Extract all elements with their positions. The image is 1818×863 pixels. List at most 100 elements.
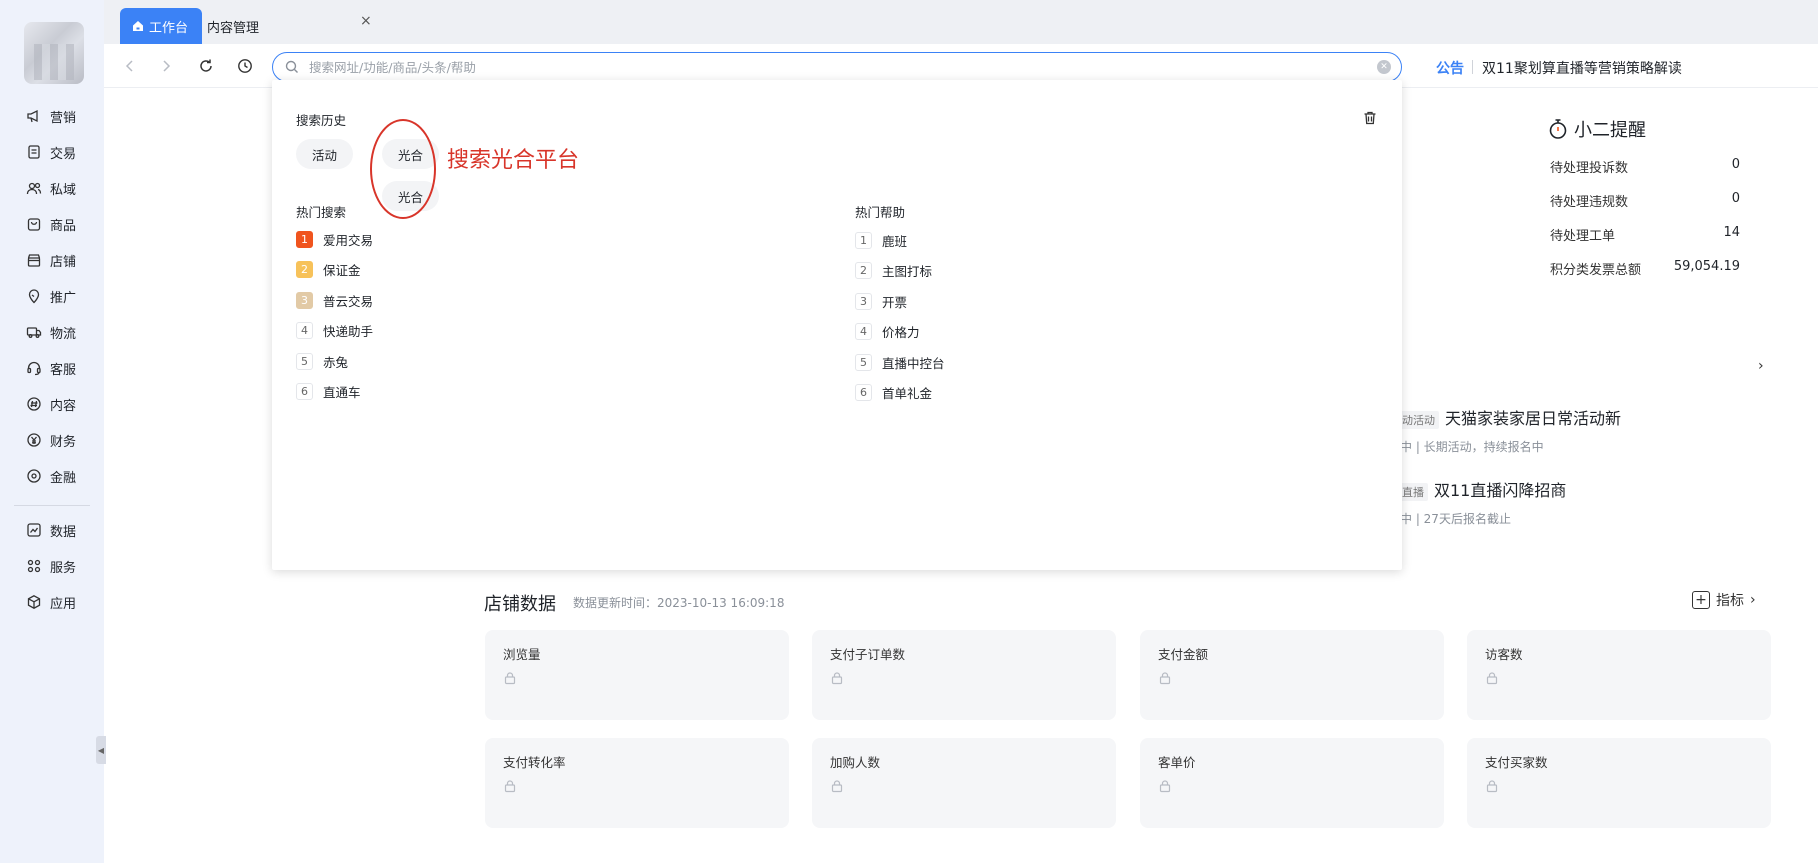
hot-help-item[interactable]: 2 主图打标 bbox=[855, 261, 932, 280]
metric-card[interactable]: 支付金额 bbox=[1140, 630, 1444, 720]
hot-search-item[interactable]: 5 赤兔 bbox=[296, 352, 348, 371]
activity-item[interactable]: 动活动 天猫家装家居日常活动新 bbox=[1398, 405, 1621, 429]
sidebar-item-label: 应用 bbox=[50, 596, 77, 612]
search-dropdown: 搜索历史 活动 光合 光合 热门搜索 1 爱用交易 2 保证金 3 普云交易 4 快递助… bbox=[272, 80, 1402, 570]
rank-badge: 1 bbox=[855, 232, 872, 249]
lock-icon bbox=[1159, 672, 1171, 685]
sidebar-item-customer-service[interactable]: 客服 bbox=[0, 350, 104, 386]
rank-badge: 3 bbox=[855, 293, 872, 310]
sidebar-item-label: 商品 bbox=[50, 218, 77, 234]
sidebar-item-label: 私域 bbox=[50, 182, 77, 198]
search-input[interactable] bbox=[309, 59, 1349, 75]
hot-search-label: 赤兔 bbox=[323, 355, 349, 370]
hot-search-item[interactable]: 6 直通车 bbox=[296, 382, 361, 401]
forward-arrow-icon[interactable] bbox=[156, 56, 176, 76]
headset-icon bbox=[26, 360, 42, 376]
document-icon bbox=[26, 144, 42, 160]
hot-search-label: 爱用交易 bbox=[323, 233, 374, 248]
store-data-title: 店铺数据 bbox=[484, 594, 556, 615]
hot-search-item[interactable]: 2 保证金 bbox=[296, 260, 361, 279]
refresh-icon[interactable] bbox=[196, 56, 216, 76]
sidebar-item-data[interactable]: 数据 bbox=[0, 512, 104, 548]
sidebar-item-logistics[interactable]: 物流 bbox=[0, 314, 104, 350]
hot-help-item[interactable]: 6 首单礼金 bbox=[855, 383, 932, 402]
hot-search-item[interactable]: 4 快递助手 bbox=[296, 321, 373, 340]
reminder-row[interactable]: 待处理投诉数 0 bbox=[1550, 157, 1740, 176]
chevron-right-icon[interactable]: › bbox=[1758, 358, 1764, 374]
reminder-row[interactable]: 积分类发票总额 59,054.19 bbox=[1550, 259, 1740, 278]
sidebar-item-label: 客服 bbox=[50, 362, 77, 378]
rank-badge: 4 bbox=[855, 323, 872, 340]
sidebar-item-private-domain[interactable]: 私域 bbox=[0, 170, 104, 206]
metric-label: 支付子订单数 bbox=[830, 647, 906, 662]
sidebar-item-finance[interactable]: 财务 bbox=[0, 422, 104, 458]
metric-card[interactable]: 支付子订单数 bbox=[812, 630, 1116, 720]
lock-icon bbox=[1486, 672, 1498, 685]
sidebar-item-products[interactable]: 商品 bbox=[0, 206, 104, 242]
metric-card[interactable]: 访客数 bbox=[1467, 630, 1771, 720]
hot-help-label: 价格力 bbox=[882, 325, 920, 340]
hot-help-label: 直播中控台 bbox=[882, 356, 945, 371]
sidebar-collapse-handle[interactable]: ◀ bbox=[96, 736, 106, 764]
global-search-bar[interactable]: ✕ bbox=[272, 52, 1402, 82]
yen-coin-icon bbox=[26, 432, 42, 448]
hot-search-item[interactable]: 1 爱用交易 bbox=[296, 230, 373, 249]
chevron-right-icon: › bbox=[1750, 592, 1756, 608]
lock-icon bbox=[1159, 780, 1171, 793]
hot-help-label: 开票 bbox=[882, 295, 908, 310]
sidebar-item-label: 交易 bbox=[50, 146, 77, 162]
history-chip[interactable]: 活动 bbox=[296, 139, 354, 169]
store-data-update-time: 数据更新时间：2023-10-13 16:09:18 bbox=[573, 596, 785, 610]
reminder-row[interactable]: 待处理违规数 0 bbox=[1550, 191, 1740, 210]
hot-help-item[interactable]: 5 直播中控台 bbox=[855, 353, 945, 372]
reminder-title: 小二提醒 bbox=[1548, 116, 1646, 142]
tab-bar: 工作台 内容管理 × bbox=[104, 0, 1818, 44]
search-icon bbox=[285, 60, 299, 74]
hash-icon bbox=[26, 396, 42, 412]
hot-help-item[interactable]: 3 开票 bbox=[855, 292, 907, 311]
sidebar-item-store[interactable]: 店铺 bbox=[0, 242, 104, 278]
back-arrow-icon[interactable] bbox=[120, 56, 140, 76]
activity-title: 天猫家装家居日常活动新 bbox=[1445, 409, 1622, 428]
metrics-settings-button[interactable]: + 指标 › bbox=[1692, 590, 1756, 610]
annotation-ellipse bbox=[370, 119, 436, 219]
sidebar-item-label: 服务 bbox=[50, 560, 77, 576]
sidebar-item-banking[interactable]: 金融 bbox=[0, 458, 104, 494]
notice-label: 公告 bbox=[1436, 61, 1464, 77]
tab-content-management[interactable]: 内容管理 bbox=[207, 8, 377, 44]
sidebar-item-apps[interactable]: 应用 bbox=[0, 584, 104, 620]
tab-workbench[interactable]: 工作台 bbox=[120, 8, 202, 44]
metric-card[interactable]: 客单价 bbox=[1140, 738, 1444, 828]
tab-close-icon[interactable]: × bbox=[360, 13, 372, 29]
trash-icon[interactable] bbox=[1362, 110, 1378, 126]
lock-icon bbox=[1486, 780, 1498, 793]
metric-card[interactable]: 加购人数 bbox=[812, 738, 1116, 828]
metric-card[interactable]: 浏览量 bbox=[485, 630, 789, 720]
clear-search-icon[interactable]: ✕ bbox=[1377, 60, 1391, 74]
notice-headline-link[interactable]: 双11聚划算直播等营销策略解读 bbox=[1482, 58, 1682, 78]
sidebar-item-trade[interactable]: 交易 bbox=[0, 134, 104, 170]
activity-item[interactable]: 直播 双11直播闪降招商 bbox=[1398, 477, 1566, 501]
metric-label: 加购人数 bbox=[830, 755, 881, 770]
shop-logo-avatar[interactable] bbox=[24, 22, 84, 84]
metric-label: 支付买家数 bbox=[1485, 755, 1548, 770]
hot-help-item[interactable]: 4 价格力 bbox=[855, 322, 920, 341]
lock-icon bbox=[504, 780, 516, 793]
reminder-row[interactable]: 待处理工单 14 bbox=[1550, 225, 1740, 244]
sidebar-item-promotion[interactable]: 推广 bbox=[0, 278, 104, 314]
history-clock-icon[interactable] bbox=[235, 56, 255, 76]
activity-tag: 直播 bbox=[1398, 483, 1428, 501]
metric-card[interactable]: 支付转化率 bbox=[485, 738, 789, 828]
metrics-link-label: 指标 bbox=[1716, 593, 1744, 609]
sidebar-item-services[interactable]: 服务 bbox=[0, 548, 104, 584]
sidebar-divider bbox=[14, 505, 90, 506]
sidebar-item-label: 物流 bbox=[50, 326, 77, 342]
sidebar-item-marketing[interactable]: 营销 bbox=[0, 98, 104, 134]
hot-search-label: 保证金 bbox=[323, 263, 361, 278]
sidebar-item-label: 财务 bbox=[50, 434, 77, 450]
hot-search-item[interactable]: 3 普云交易 bbox=[296, 291, 373, 310]
hot-help-label: 首单礼金 bbox=[882, 386, 933, 401]
metric-card[interactable]: 支付买家数 bbox=[1467, 738, 1771, 828]
sidebar-item-content[interactable]: 内容 bbox=[0, 386, 104, 422]
hot-help-item[interactable]: 1 鹿班 bbox=[855, 231, 907, 250]
